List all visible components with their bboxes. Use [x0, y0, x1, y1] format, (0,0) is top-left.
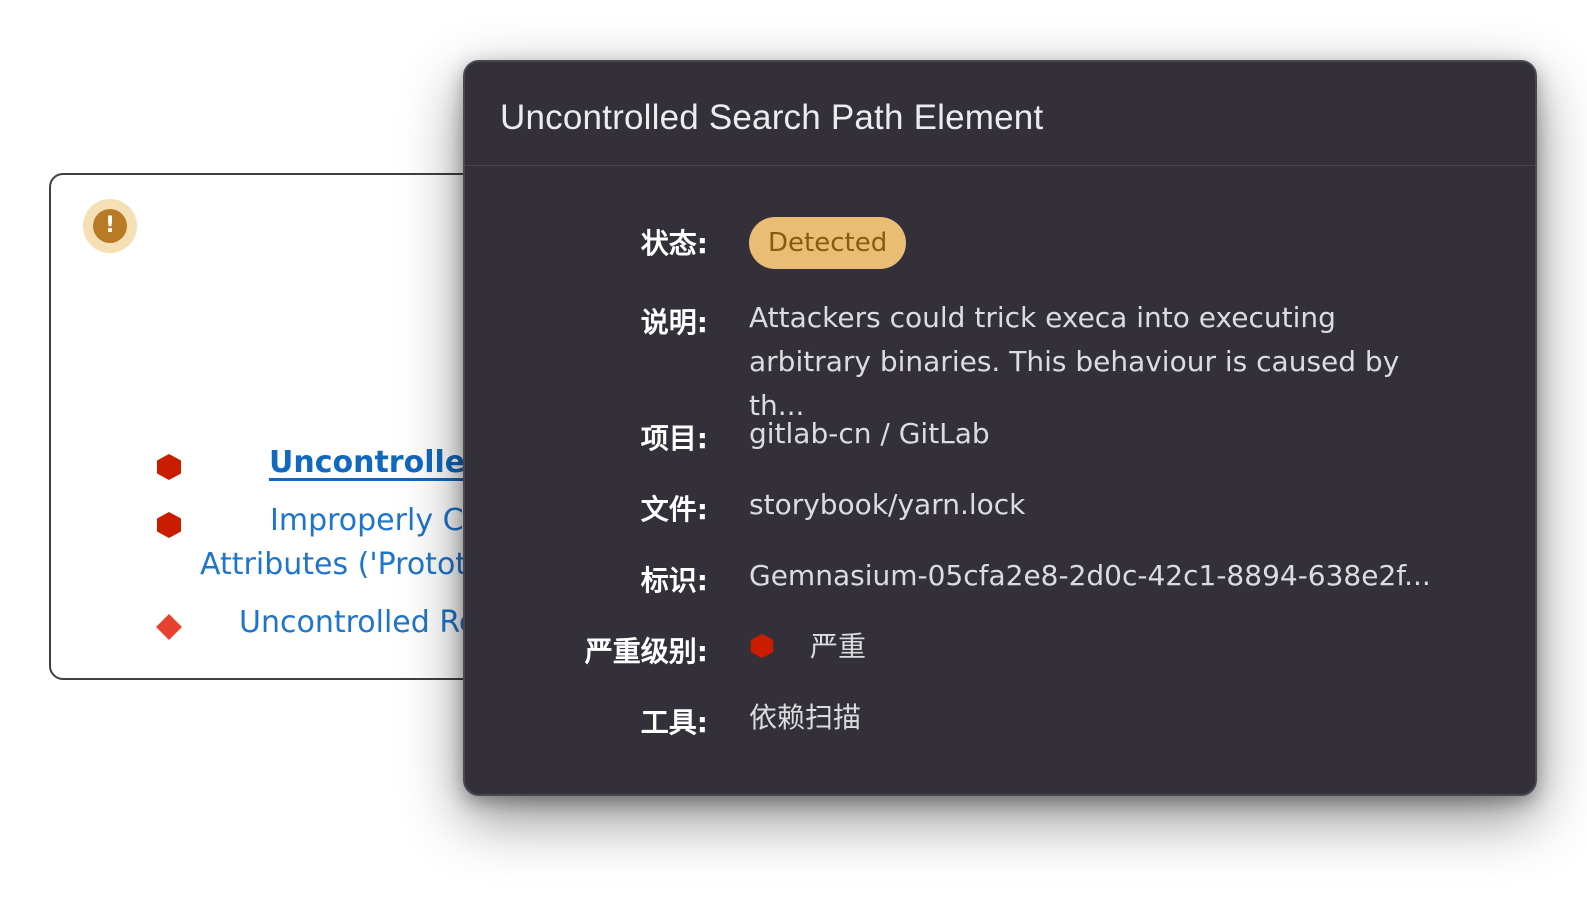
severity-high-icon [156, 614, 182, 640]
tool-label: 工具: [640, 706, 708, 739]
warning-icon: ! [83, 199, 137, 253]
severity-critical-icon [750, 633, 774, 659]
description-label: 说明: [640, 306, 708, 339]
description-value: Attackers could trick execa into executi… [749, 296, 1449, 428]
identifier-value: Gemnasium-05cfa2e8-2d0c-42c1-8894-638e2f… [749, 559, 1431, 592]
severity-label: 严重级别: [584, 635, 708, 668]
vulnerability-link-uncontrolled-resource[interactable]: Uncontrolled Re [239, 605, 477, 640]
vulnerability-link-improperly-continuation[interactable]: Attributes ('Protot [200, 547, 467, 582]
identifier-label: 标识: [640, 564, 708, 597]
project-value: gitlab-cn / GitLab [749, 417, 990, 450]
vulnerability-report-view: ! Uncontrolled Improperly Co Attributes … [0, 0, 1587, 903]
status-label: 状态: [640, 227, 708, 260]
popover-header: Uncontrolled Search Path Element [465, 62, 1535, 166]
severity-value: 严重 [810, 630, 867, 663]
severity-critical-icon [157, 454, 181, 480]
description-line-1: Attackers could trick execa into executi… [749, 301, 1336, 334]
vulnerability-popover: Uncontrolled Search Path Element 状态: Det… [463, 60, 1537, 796]
popover-title: Uncontrolled Search Path Element [500, 98, 1044, 137]
severity-critical-icon [157, 512, 181, 538]
vulnerability-link-improperly[interactable]: Improperly Co [270, 503, 482, 538]
status-badge: Detected [749, 217, 907, 269]
file-value: storybook/yarn.lock [749, 488, 1026, 521]
vulnerability-link-uncontrolled[interactable]: Uncontrolled [269, 445, 487, 480]
project-label: 项目: [640, 422, 708, 455]
tool-value: 依赖扫描 [749, 701, 862, 734]
file-label: 文件: [640, 493, 708, 526]
